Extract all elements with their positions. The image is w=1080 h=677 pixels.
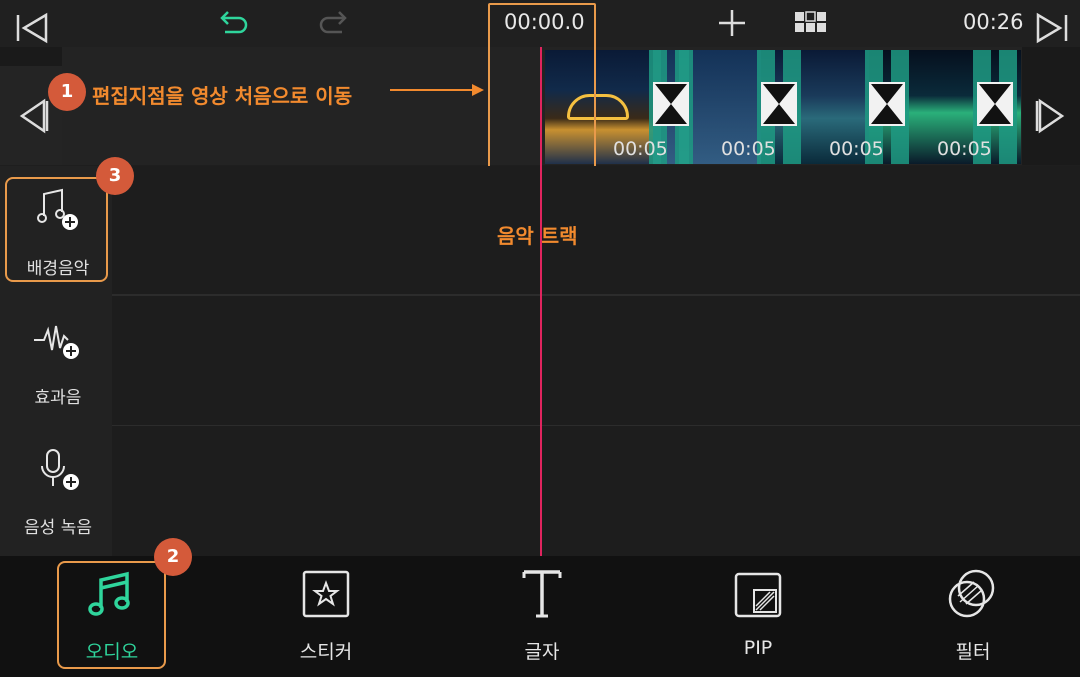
text-icon xyxy=(522,570,562,618)
total-time: 00:26 xyxy=(963,10,1024,34)
undo-icon[interactable] xyxy=(217,8,251,38)
waveform-add-icon xyxy=(34,325,79,359)
clip-duration: 00:05 xyxy=(937,138,992,160)
filter-icon xyxy=(948,569,995,618)
step-badge-3: 3 xyxy=(96,157,134,195)
transition-icon[interactable] xyxy=(761,82,797,126)
playhead[interactable] xyxy=(540,47,542,556)
clip-duration: 00:05 xyxy=(829,138,884,160)
clip-duration: 00:05 xyxy=(721,138,776,160)
music-track-label: 음악 트랙 xyxy=(497,224,578,248)
tab-label: PIP xyxy=(743,637,773,659)
clip-duration: 00:05 xyxy=(613,138,668,160)
jump-to-start-icon[interactable] xyxy=(14,11,50,45)
transition-icon[interactable] xyxy=(653,82,689,126)
voice-track[interactable] xyxy=(112,426,1080,556)
edit-point-highlight xyxy=(488,3,596,168)
clip-strip[interactable]: 00:05 00:05 00:05 00:05 xyxy=(545,50,1021,164)
step-badge-2: 2 xyxy=(154,538,192,576)
music-note-icon xyxy=(88,571,130,616)
tab-label: 스티커 xyxy=(299,641,353,663)
callout-move-edit-point: 편집지점을 영상 처음으로 이동 xyxy=(92,84,353,108)
jump-to-end-icon[interactable] xyxy=(1034,11,1070,45)
transition-icon[interactable] xyxy=(977,82,1013,126)
sidebar-item-label: 음성 녹음 xyxy=(24,518,92,538)
next-frame-icon[interactable] xyxy=(1034,98,1068,134)
add-icon[interactable] xyxy=(716,8,748,38)
redo-icon[interactable] xyxy=(316,8,350,38)
previous-frame-icon[interactable] xyxy=(16,98,50,134)
grid-view-icon[interactable] xyxy=(794,11,828,33)
tab-label: 글자 xyxy=(524,641,560,663)
sidebar-item-label: 배경음악 xyxy=(26,259,90,279)
music-track[interactable] xyxy=(112,166,1080,294)
sidebar-item-label: 효과음 xyxy=(34,388,82,408)
sticker-icon xyxy=(302,570,350,618)
tab-label: 오디오 xyxy=(85,641,139,663)
step-badge-1: 1 xyxy=(48,73,86,111)
arrow-right-icon xyxy=(390,84,484,96)
music-note-add-icon xyxy=(37,188,78,230)
sound-effect-track[interactable] xyxy=(112,296,1080,425)
transition-icon[interactable] xyxy=(869,82,905,126)
tab-label: 필터 xyxy=(955,641,991,663)
microphone-add-icon xyxy=(41,449,79,490)
pip-icon xyxy=(734,572,782,618)
